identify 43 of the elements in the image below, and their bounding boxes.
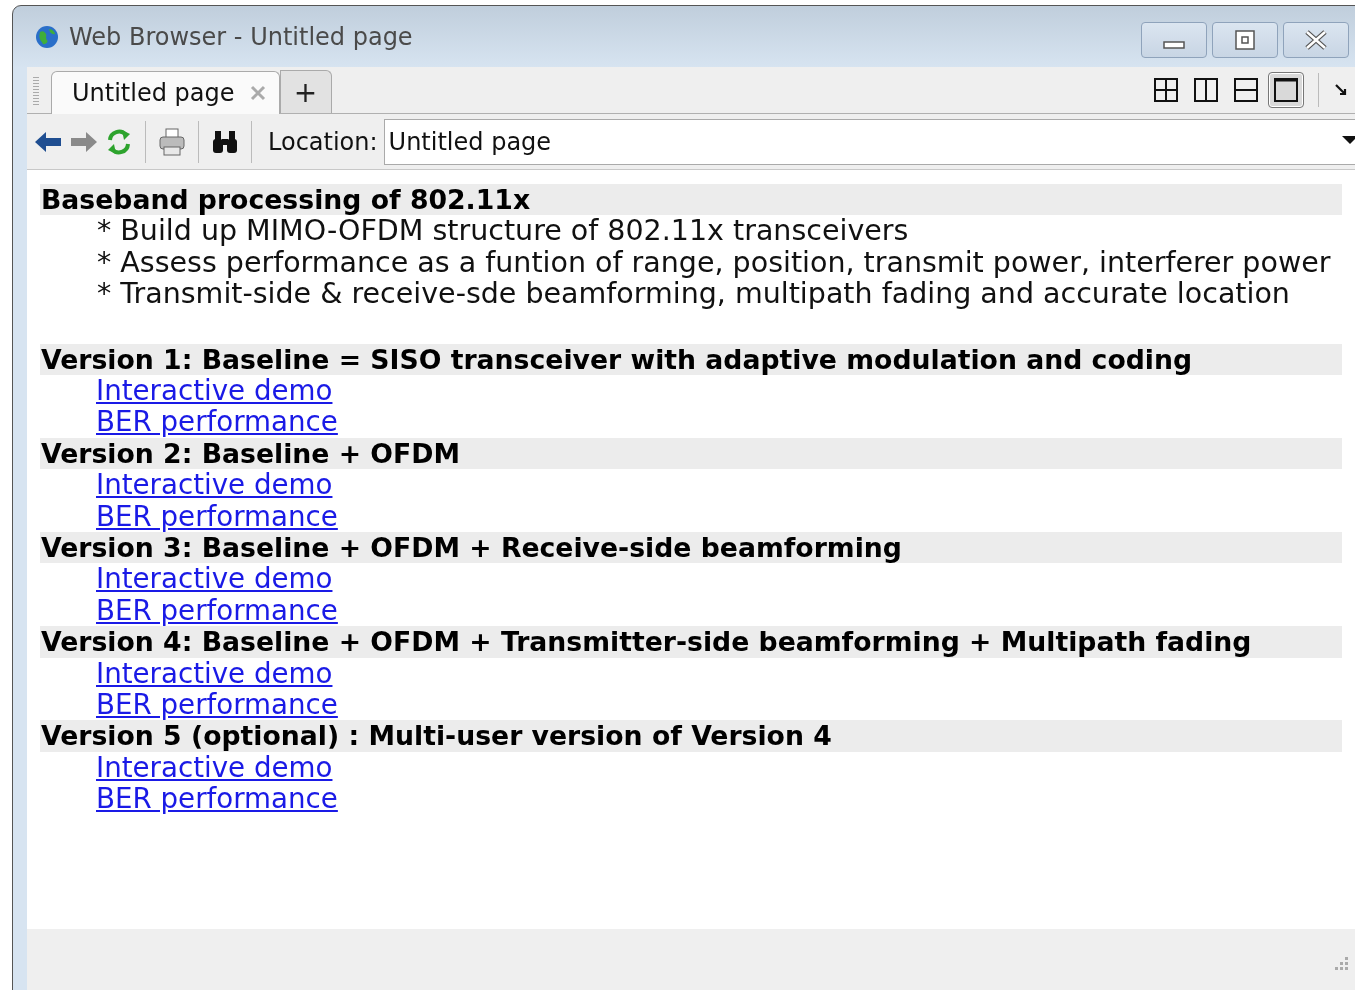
columns-layout-icon xyxy=(1193,77,1219,103)
location-label: Location: xyxy=(268,127,378,156)
location-field[interactable]: Untitled page xyxy=(383,118,1355,165)
section-heading: Version 4: Baseline + OFDM + Transmitter-side beamforming + Multipath fading xyxy=(40,626,1342,658)
maximize-button[interactable] xyxy=(1212,22,1278,58)
section-heading: Version 3: Baseline + OFDM + Receive-side beamforming xyxy=(40,531,1342,564)
single-layout-icon xyxy=(1273,77,1299,103)
grid-layout-icon xyxy=(1153,77,1179,103)
print-icon xyxy=(158,126,186,157)
link[interactable]: Interactive demo xyxy=(96,656,333,690)
link[interactable]: Interactive demo xyxy=(96,750,333,784)
print-button[interactable] xyxy=(158,126,186,157)
close-button[interactable] xyxy=(1283,22,1349,58)
dropdown-caret-icon[interactable] xyxy=(1341,134,1355,145)
binoculars-button[interactable] xyxy=(211,128,239,155)
new-tab-button[interactable]: + xyxy=(279,70,332,113)
bullet-text: * Assess performance as a funtion of range, position, transmit power, interferer power xyxy=(96,245,1331,279)
section-heading: Version 1: Baseline = SISO transceiver with adaptive modulation and coding xyxy=(40,343,1342,375)
link[interactable]: Interactive demo xyxy=(96,374,333,407)
window-title: Web Browser - Untitled page xyxy=(69,22,413,51)
tab[interactable]: Untitled page xyxy=(51,71,280,114)
binoculars-icon xyxy=(211,128,239,155)
link[interactable]: BER performance xyxy=(96,593,338,627)
minimize-button[interactable] xyxy=(1141,22,1207,58)
link[interactable]: BER performance xyxy=(96,499,338,533)
globe-icon xyxy=(35,24,59,49)
section-heading: Version 2: Baseline + OFDM xyxy=(40,437,1342,470)
undock-arrow-icon[interactable] xyxy=(1333,82,1349,98)
link[interactable]: BER performance xyxy=(96,782,338,816)
link[interactable]: Interactive demo xyxy=(96,562,333,596)
link[interactable]: BER performance xyxy=(96,405,338,439)
section-heading: Version 5 (optional) : Multi-user version of Version 4 xyxy=(40,720,1342,752)
section-heading: Baseband processing of 802.11x xyxy=(40,184,1342,216)
rows-layout-icon xyxy=(1233,77,1259,103)
bullet-text: * Build up MIMO-OFDM structure of 802.11x transceivers xyxy=(96,214,909,248)
refresh-button[interactable] xyxy=(105,127,133,156)
refresh-icon xyxy=(105,127,133,156)
single-layout-button[interactable] xyxy=(1268,72,1304,108)
link[interactable]: BER performance xyxy=(96,687,338,721)
link[interactable]: Interactive demo xyxy=(96,468,333,502)
resize-grip-icon[interactable] xyxy=(1335,957,1349,971)
minimize-icon xyxy=(1163,41,1185,49)
bullet-text: * Transmit-side & receive-sde beamforming, multipath fading and accurate location xyxy=(96,277,1290,311)
